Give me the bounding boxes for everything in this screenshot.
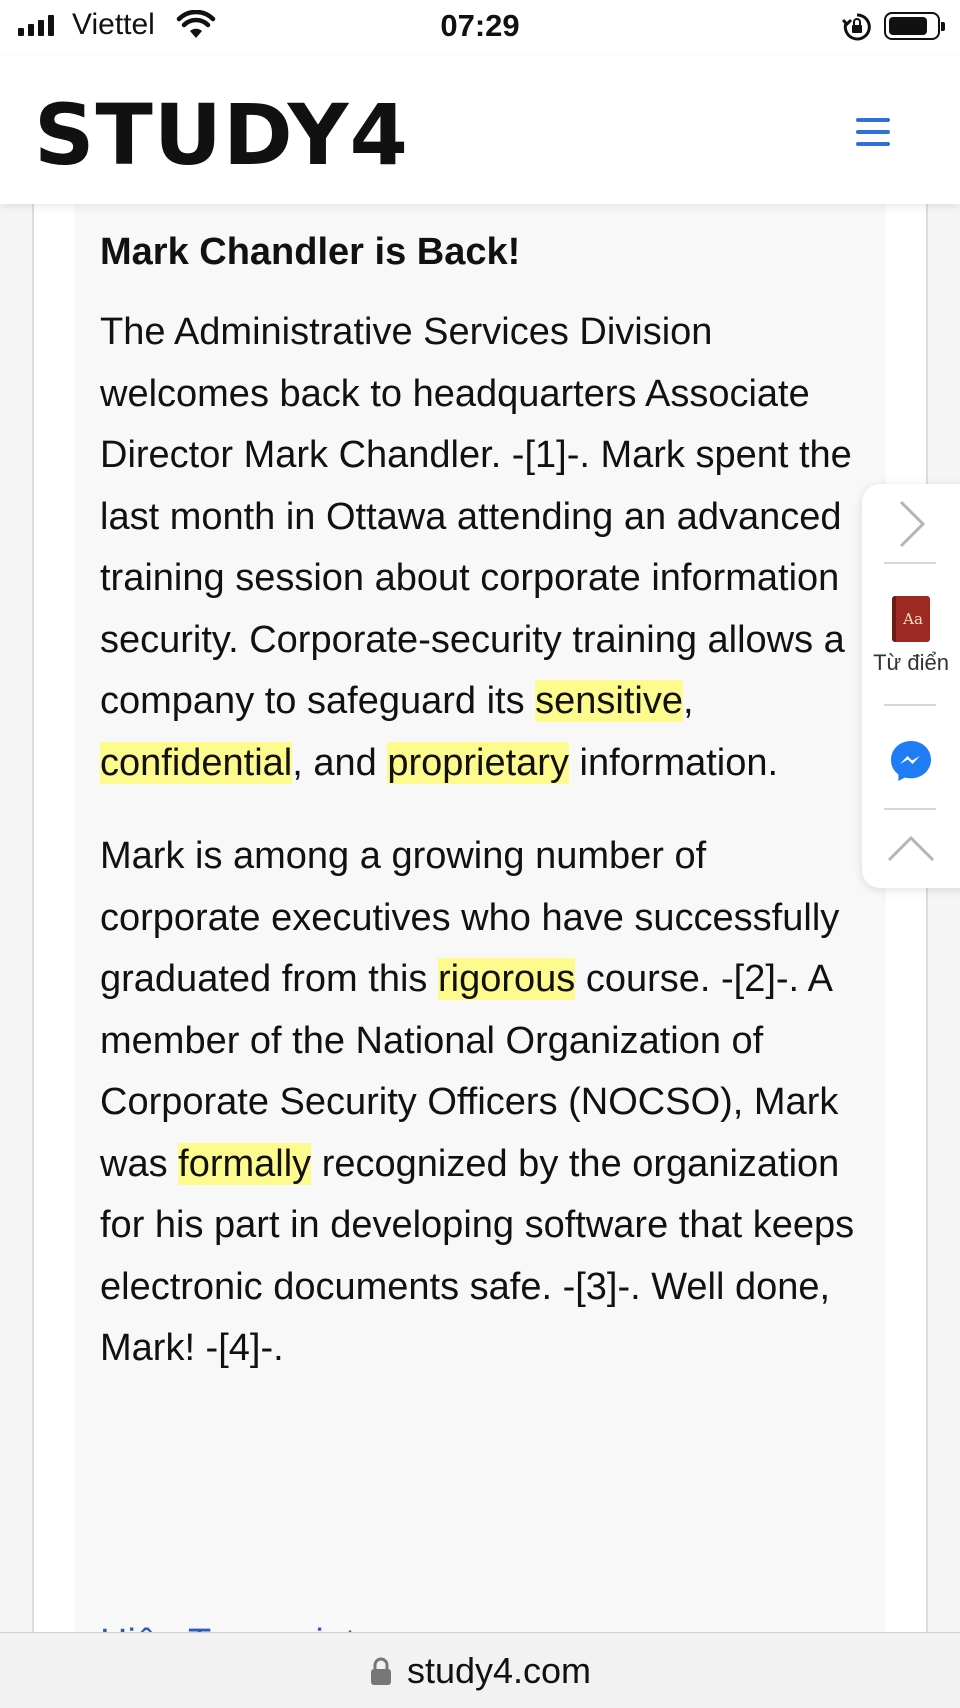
rotation-lock-icon xyxy=(842,13,871,41)
highlighted-word[interactable]: proprietary xyxy=(387,741,569,784)
dictionary-label: Từ điển xyxy=(873,650,949,675)
chevron-right-icon xyxy=(899,500,926,548)
highlighted-word[interactable]: formally xyxy=(178,1142,312,1185)
highlighted-word[interactable]: sensitive xyxy=(535,680,683,722)
article-card: Mark Chandler is Back! The Administrativ… xyxy=(74,204,886,1654)
lock-icon xyxy=(370,1657,391,1685)
highlighted-word[interactable]: confidential xyxy=(100,741,293,784)
messenger-button[interactable] xyxy=(862,738,960,784)
article-body: Mark Chandler is Back! The Administrativ… xyxy=(100,224,870,1412)
clock-time: 07:29 xyxy=(440,8,520,43)
chevron-up-icon xyxy=(887,835,935,862)
site-header: STUDY4 xyxy=(0,56,960,204)
hamburger-menu-icon[interactable] xyxy=(856,118,890,146)
battery-icon xyxy=(884,12,945,40)
site-logo[interactable]: STUDY4 xyxy=(34,86,409,184)
messenger-icon xyxy=(891,741,931,781)
url-text: study4.com xyxy=(406,1649,592,1691)
side-toolbar: Aa Từ điển xyxy=(862,484,960,888)
divider xyxy=(884,808,936,810)
article-title: Mark Chandler is Back! xyxy=(100,231,521,273)
article-paragraph-1: The Administrative Services Division wel… xyxy=(100,311,852,784)
status-bar: Viettel 07:29 xyxy=(0,0,960,56)
article-paragraph-2: Mark is among a growing number of corpor… xyxy=(100,835,855,1369)
highlighted-word[interactable]: rigorous xyxy=(437,958,576,1000)
browser-url-bar[interactable]: study4.com xyxy=(0,1632,960,1708)
divider xyxy=(884,704,936,706)
dictionary-icon: Aa xyxy=(892,596,930,642)
dictionary-button[interactable]: Aa Từ điển xyxy=(862,596,960,676)
next-button[interactable] xyxy=(862,498,960,550)
scroll-top-button[interactable] xyxy=(862,828,960,868)
divider xyxy=(884,562,936,564)
